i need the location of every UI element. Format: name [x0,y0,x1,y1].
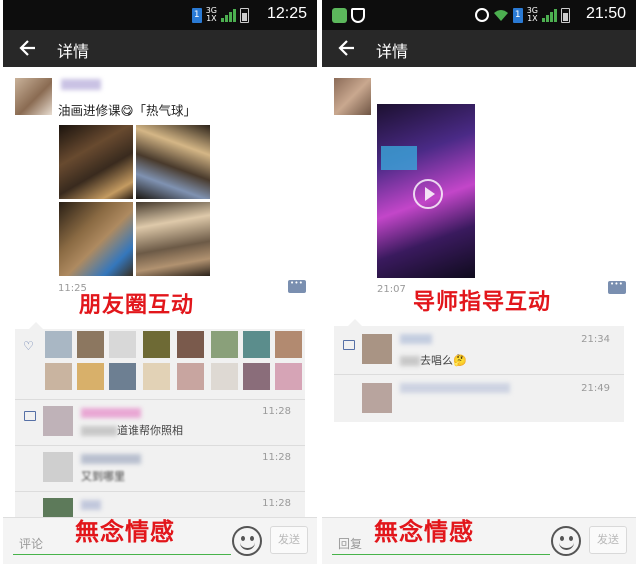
comment-name[interactable] [81,408,141,418]
battery-icon [561,7,570,23]
post-photo-2[interactable] [136,125,210,199]
comment-input-bar: 回复 发送 [322,517,636,564]
comment-time: 11:28 [262,498,291,509]
comment-avatar[interactable] [362,383,392,413]
comment-name[interactable] [400,383,510,393]
comment-row[interactable]: 又到哪里 11:28 [15,445,305,491]
username[interactable] [61,79,101,90]
like-avatar[interactable] [177,331,204,358]
wifi-icon [493,10,508,21]
post-photo-3[interactable] [59,202,133,276]
status-time: 21:50 [585,5,626,22]
video-frame-detail [381,146,417,170]
like-avatar[interactable] [109,363,136,390]
signal-icon [221,8,236,22]
left-screenshot: 1 3G1X 12:25 详情 油画进修课😋「热气球」 11:25 朋友圈互动 … [3,0,317,564]
caption-label: 朋友圈互动 [79,293,195,318]
comment-avatar[interactable] [362,334,392,364]
post-video[interactable] [377,104,475,278]
app-notification-icon [332,7,347,23]
like-avatar[interactable] [143,363,170,390]
interaction-panel: ♡ 道谁帮你照相 11:28 又到哪里 11:28 11:28 [15,322,305,517]
page-title: 详情 [376,42,409,61]
like-avatar[interactable] [275,331,302,358]
watermark: 無念情感 [75,518,175,546]
comment-row[interactable]: 去唱么🤔 21:34 [334,326,624,374]
like-avatar[interactable] [45,363,72,390]
network-type-2: 1X [527,14,538,23]
like-avatar[interactable] [243,331,270,358]
comment-avatar[interactable] [43,498,73,517]
comment-text: 又到哪里 [81,470,125,483]
post-text: 油画进修课😋「热气球」 [58,103,197,118]
play-icon[interactable] [413,179,443,209]
back-arrow-icon[interactable] [17,37,39,59]
comment-text: 道谁帮你照相 [117,424,183,437]
comment-action-icon[interactable] [288,279,306,293]
comment-time: 11:28 [262,406,291,417]
like-avatar[interactable] [109,331,136,358]
back-arrow-icon[interactable] [336,37,358,59]
like-avatar[interactable] [275,363,302,390]
signal-icon [542,8,557,22]
watermark: 無念情感 [374,518,474,546]
blurred-text [400,356,420,366]
post-photo-4[interactable] [136,202,210,276]
avatar[interactable] [15,78,52,115]
comment-avatar[interactable] [43,452,73,482]
like-avatar[interactable] [177,363,204,390]
send-button[interactable]: 发送 [589,526,627,554]
moment-detail: 油画进修课😋「热气球」 11:25 朋友圈互动 ♡ [3,67,317,517]
emoji-icon[interactable] [551,526,581,556]
status-bar: 1 3G 1X 21:50 [322,0,636,30]
like-avatar[interactable] [243,363,270,390]
comment-row[interactable]: 21:49 [334,374,624,422]
comment-action-icon[interactable] [608,280,626,294]
right-screenshot: 1 3G1X 21:50 详情 21:07 导师指导互动 去唱么🤔 21 [322,0,636,564]
status-bar: 1 3G 1X 12:25 [3,0,317,30]
action-bar: 详情 [3,30,317,67]
network-type-2: 1X [206,14,217,23]
avatar[interactable] [334,78,371,115]
status-time: 12:25 [266,5,307,22]
comment-name[interactable] [81,454,141,464]
blurred-text [81,426,117,436]
emoji-icon[interactable] [232,526,262,556]
like-avatar[interactable] [77,363,104,390]
comment-row[interactable]: 道谁帮你照相 11:28 [15,399,305,445]
like-avatar[interactable] [45,331,72,358]
page-title: 详情 [57,42,90,61]
comment-time: 21:34 [581,334,610,345]
comment-name[interactable] [400,334,432,344]
comment-text: 去唱么🤔 [420,354,467,367]
moment-detail: 21:07 导师指导互动 去唱么🤔 21:34 21:49 [322,67,636,517]
alarm-icon [474,8,489,22]
sim-icon: 1 [191,7,202,23]
action-bar: 详情 [322,30,636,67]
comment-name[interactable] [81,500,101,510]
interaction-panel: 去唱么🤔 21:34 21:49 [334,319,624,422]
likes-row: ♡ [15,329,305,399]
shield-icon [351,7,365,23]
battery-icon [240,7,249,23]
send-button[interactable]: 发送 [270,526,308,554]
heart-icon: ♡ [23,339,34,353]
comment-time: 11:28 [262,452,291,463]
like-avatar[interactable] [211,363,238,390]
like-avatar[interactable] [211,331,238,358]
comment-time: 21:49 [581,383,610,394]
post-time: 21:07 [377,284,406,295]
post-photo-1[interactable] [59,125,133,199]
comment-avatar[interactable] [43,406,73,436]
sim-icon: 1 [512,7,523,23]
like-avatar[interactable] [143,331,170,358]
like-avatar[interactable] [77,331,104,358]
caption-label: 导师指导互动 [413,290,552,315]
